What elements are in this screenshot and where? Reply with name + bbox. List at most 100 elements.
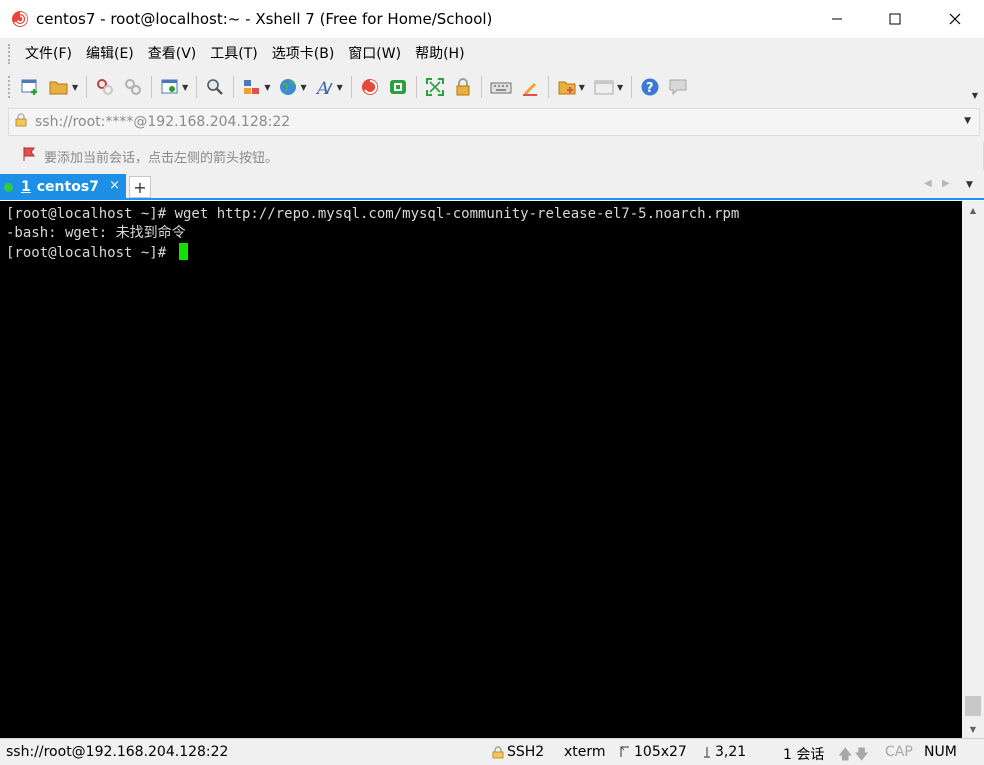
- chevron-down-icon[interactable]: ▼: [182, 83, 188, 92]
- arrow-down-icon[interactable]: 🡇: [854, 744, 868, 765]
- chevron-down-icon[interactable]: ▼: [964, 116, 971, 126]
- globe-button[interactable]: ▼: [274, 74, 310, 100]
- reconnect-button[interactable]: [91, 74, 119, 100]
- menu-bar: 文件(F) 编辑(E) 查看(V) 工具(T) 选项卡(B) 窗口(W) 帮助(…: [0, 38, 984, 70]
- chat-button[interactable]: [664, 74, 692, 100]
- lock-icon: [492, 745, 504, 758]
- tab-scroll-left-icon[interactable]: ◀: [924, 178, 932, 189]
- toolbar-separator: [415, 76, 417, 98]
- menu-tab[interactable]: 选项卡(B): [265, 38, 342, 70]
- minimize-button[interactable]: [808, 0, 866, 38]
- chevron-down-icon[interactable]: ▼: [617, 83, 623, 92]
- svg-text:?: ?: [646, 81, 654, 96]
- status-size-text: 105x27: [634, 744, 687, 760]
- xftp-icon: [389, 80, 406, 94]
- chevron-down-icon[interactable]: ▼: [579, 83, 585, 92]
- status-term-type: xterm: [564, 744, 606, 760]
- toolbar-separator: [631, 76, 633, 98]
- scrollbar-thumb[interactable]: [965, 696, 981, 716]
- close-button[interactable]: [926, 0, 984, 38]
- toolbar-separator: [233, 76, 235, 98]
- find-icon: [207, 79, 224, 95]
- find-button[interactable]: [201, 74, 229, 100]
- resize-icon: [620, 746, 629, 757]
- menu-window[interactable]: 窗口(W): [341, 38, 408, 70]
- menu-view[interactable]: 查看(V): [141, 38, 204, 70]
- menu-edit[interactable]: 编辑(E): [79, 38, 141, 70]
- address-field[interactable]: ssh://root:****@192.168.204.128:22 ▼: [8, 108, 980, 136]
- keyboard-icon: [490, 82, 512, 94]
- font-button[interactable]: A ▼: [311, 74, 347, 100]
- bookmark-arrow-icon[interactable]: [22, 146, 36, 166]
- lock-icon: [15, 113, 27, 131]
- terminal-line: -bash: wget: 未找到命令: [6, 225, 186, 241]
- xftp-button[interactable]: [384, 74, 412, 100]
- session-nav-arrows[interactable]: 🡅 🡇: [838, 744, 869, 765]
- disconnect-button[interactable]: [119, 74, 147, 100]
- menu-file[interactable]: 文件(F): [18, 38, 79, 70]
- compose-button[interactable]: ▼: [553, 74, 589, 100]
- chevron-down-icon[interactable]: ▼: [72, 83, 78, 92]
- scroll-up-icon[interactable]: ▲: [962, 201, 984, 219]
- chevron-down-icon[interactable]: ▼: [300, 83, 306, 92]
- status-protocol: SSH2: [492, 744, 544, 760]
- highlight-button[interactable]: [516, 74, 544, 100]
- status-size: 105x27: [620, 744, 687, 760]
- new-session-button[interactable]: [16, 74, 44, 100]
- globe-icon: [280, 79, 297, 95]
- chevron-down-icon[interactable]: ▼: [337, 83, 343, 92]
- open-folder-icon: [49, 81, 68, 95]
- fullscreen-icon: [425, 78, 444, 96]
- toolbar-separator: [350, 76, 352, 98]
- tab-number: 1: [21, 179, 31, 195]
- address-bar: ssh://root:****@192.168.204.128:22 ▼: [0, 104, 984, 140]
- tab-list-dropdown-icon[interactable]: ▼: [966, 180, 973, 190]
- menubar-grip[interactable]: [8, 44, 12, 64]
- status-bar: ssh://root@192.168.204.128:22 SSH2 xterm…: [0, 738, 984, 765]
- status-caps: CAP: [885, 744, 913, 760]
- terminal-scrollbar[interactable]: ▲ ▼: [962, 201, 984, 738]
- xshell-button[interactable]: [356, 74, 384, 100]
- layout-button[interactable]: ▼: [589, 74, 627, 100]
- xshell-shell-icon[interactable]: [10, 9, 30, 29]
- session-hint-bar: 要添加当前会话，点击左侧的箭头按钮。: [0, 140, 984, 172]
- menu-tools[interactable]: 工具(T): [203, 38, 264, 70]
- session-hint-text: 要添加当前会话，点击左侧的箭头按钮。: [44, 150, 279, 166]
- toolbar-overflow-icon[interactable]: ▼: [972, 91, 978, 100]
- cursor-position-icon: [704, 747, 710, 758]
- status-sessions: 1 会话: [783, 747, 825, 763]
- tab-label: centos7: [36, 179, 99, 195]
- arrow-up-icon[interactable]: 🡅: [838, 744, 852, 765]
- svg-text:A: A: [315, 79, 329, 97]
- tab-close-icon[interactable]: ×: [109, 178, 120, 193]
- minimize-icon: [832, 18, 842, 20]
- address-value[interactable]: ssh://root:****@192.168.204.128:22: [35, 114, 290, 130]
- transfer-button[interactable]: ▼: [238, 74, 274, 100]
- compose-icon: [558, 81, 576, 95]
- terminal-area[interactable]: [root@localhost ~]# wget http://repo.mys…: [0, 201, 962, 738]
- scroll-down-icon[interactable]: ▼: [962, 720, 984, 738]
- properties-button[interactable]: ▼: [156, 74, 192, 100]
- lock-icon: [456, 78, 470, 96]
- open-session-button[interactable]: ▼: [44, 74, 82, 100]
- disconnect-icon: [125, 79, 142, 95]
- lock-button[interactable]: [449, 74, 477, 100]
- tab-centos7[interactable]: 1 centos7 ×: [0, 174, 126, 200]
- tab-bar: 1 centos7 × + ◀ ▶ ▼: [0, 172, 984, 200]
- terminal-line: [root@localhost ~]# wget http://repo.mys…: [6, 206, 740, 222]
- status-position-text: 3,21: [715, 744, 747, 760]
- help-button[interactable]: ?: [636, 74, 664, 100]
- new-tab-button[interactable]: +: [129, 176, 151, 198]
- keyboard-button[interactable]: [486, 74, 516, 100]
- toolbar-grip[interactable]: [8, 76, 12, 98]
- toolbar: ▼ ▼ ▼ ▼ A ▼ ▼ ▼ ? ▼: [0, 70, 984, 104]
- tab-scroll-right-icon[interactable]: ▶: [942, 178, 950, 189]
- chevron-down-icon[interactable]: ▼: [264, 83, 270, 92]
- close-icon: [949, 13, 961, 25]
- terminal-cursor: [178, 243, 188, 260]
- new-session-icon: [21, 79, 37, 95]
- maximize-button[interactable]: [866, 0, 924, 38]
- toolbar-separator: [480, 76, 482, 98]
- menu-help[interactable]: 帮助(H): [408, 38, 471, 70]
- fullscreen-button[interactable]: [421, 74, 449, 100]
